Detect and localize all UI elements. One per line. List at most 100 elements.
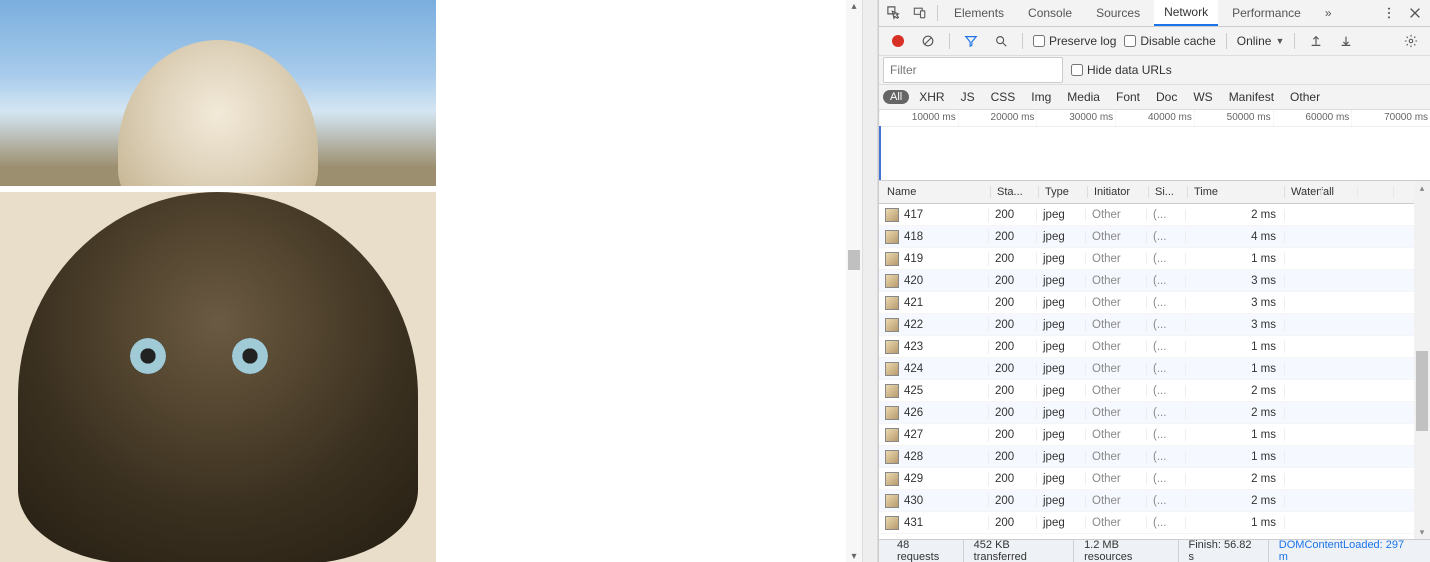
type-filter-img[interactable]: Img xyxy=(1025,89,1057,105)
col-name[interactable]: Name xyxy=(879,186,991,198)
cell-time: 1 ms xyxy=(1186,517,1285,529)
disable-cache-checkbox[interactable]: Disable cache xyxy=(1124,34,1215,48)
tab-console[interactable]: Console xyxy=(1018,1,1082,25)
table-row[interactable]: 419200jpegOther(...1 ms xyxy=(879,248,1430,270)
table-row[interactable]: 418200jpegOther(...4 ms xyxy=(879,226,1430,248)
scroll-thumb[interactable] xyxy=(1416,351,1428,431)
cell-type: jpeg xyxy=(1037,473,1086,485)
table-row[interactable]: 430200jpegOther(...2 ms xyxy=(879,490,1430,512)
type-filter-ws[interactable]: WS xyxy=(1187,89,1218,105)
preserve-log-label: Preserve log xyxy=(1049,34,1116,48)
scroll-up-icon[interactable]: ▴ xyxy=(1414,181,1430,195)
cell-initiator: Other xyxy=(1086,363,1147,375)
kebab-menu-icon[interactable] xyxy=(1378,2,1400,24)
type-filter-doc[interactable]: Doc xyxy=(1150,89,1183,105)
scroll-thumb[interactable] xyxy=(848,250,860,270)
file-icon xyxy=(885,428,899,442)
cell-time: 2 ms xyxy=(1186,385,1285,397)
cell-initiator: Other xyxy=(1086,275,1147,287)
table-row[interactable]: 422200jpegOther(...3 ms xyxy=(879,314,1430,336)
cell-status: 200 xyxy=(989,495,1037,507)
type-filter-media[interactable]: Media xyxy=(1061,89,1106,105)
scroll-down-icon[interactable]: ▾ xyxy=(1414,525,1430,539)
page-viewport[interactable]: ▴ ▾ xyxy=(0,0,862,562)
table-row[interactable]: 426200jpegOther(...2 ms xyxy=(879,402,1430,424)
import-har-icon[interactable] xyxy=(1305,30,1327,52)
col-waterfall[interactable]: Waterfall▲ xyxy=(1285,186,1430,198)
table-row[interactable]: 421200jpegOther(...3 ms xyxy=(879,292,1430,314)
cell-initiator: Other xyxy=(1086,231,1147,243)
type-filter-js[interactable]: JS xyxy=(955,89,981,105)
tab-elements[interactable]: Elements xyxy=(944,1,1014,25)
separator xyxy=(1022,33,1023,49)
throttling-select[interactable]: Online▼ xyxy=(1237,34,1285,48)
close-devtools-icon[interactable] xyxy=(1404,2,1426,24)
table-row[interactable]: 424200jpegOther(...1 ms xyxy=(879,358,1430,380)
file-icon xyxy=(885,208,899,222)
table-row[interactable]: 425200jpegOther(...2 ms xyxy=(879,380,1430,402)
inspect-element-icon[interactable] xyxy=(883,2,905,24)
table-body[interactable]: 417200jpegOther(...2 ms418200jpegOther(.… xyxy=(879,204,1430,539)
table-row[interactable]: 420200jpegOther(...3 ms xyxy=(879,270,1430,292)
tab-performance[interactable]: Performance xyxy=(1222,1,1311,25)
col-initiator[interactable]: Initiator xyxy=(1088,186,1149,198)
clear-button[interactable] xyxy=(917,30,939,52)
table-row[interactable]: 427200jpegOther(...1 ms xyxy=(879,424,1430,446)
cell-status: 200 xyxy=(989,429,1037,441)
type-filter-xhr[interactable]: XHR xyxy=(913,89,950,105)
search-icon[interactable] xyxy=(990,30,1012,52)
col-status[interactable]: Sta... xyxy=(991,186,1039,198)
type-filter-all[interactable]: All xyxy=(883,90,909,104)
table-header: Name Sta... Type Initiator Si... Time Wa… xyxy=(879,181,1430,204)
cell-size: (... xyxy=(1147,451,1186,463)
cell-name: 431 xyxy=(879,516,989,530)
cell-status: 200 xyxy=(989,231,1037,243)
hide-data-urls-checkbox[interactable]: Hide data URLs xyxy=(1071,63,1172,77)
cell-type: jpeg xyxy=(1037,385,1086,397)
tab-sources[interactable]: Sources xyxy=(1086,1,1150,25)
tab-network[interactable]: Network xyxy=(1154,0,1218,26)
cell-initiator: Other xyxy=(1086,319,1147,331)
toggle-device-icon[interactable] xyxy=(909,2,931,24)
cell-time: 1 ms xyxy=(1186,451,1285,463)
page-scrollbar[interactable]: ▴ ▾ xyxy=(846,0,862,562)
status-transferred: 452 KB transferred xyxy=(964,539,1074,562)
chevron-down-icon: ▼ xyxy=(1275,36,1284,46)
record-button[interactable] xyxy=(887,30,909,52)
scroll-down-icon[interactable]: ▾ xyxy=(846,550,862,562)
filter-input[interactable] xyxy=(883,57,1063,83)
cell-size: (... xyxy=(1147,517,1186,529)
export-har-icon[interactable] xyxy=(1335,30,1357,52)
table-row[interactable]: 428200jpegOther(...1 ms xyxy=(879,446,1430,468)
cell-status: 200 xyxy=(989,517,1037,529)
separator xyxy=(1226,33,1227,49)
separator xyxy=(1294,33,1295,49)
table-row[interactable]: 429200jpegOther(...2 ms xyxy=(879,468,1430,490)
type-filter-other[interactable]: Other xyxy=(1284,89,1326,105)
scroll-up-icon[interactable]: ▴ xyxy=(846,0,862,12)
network-filter-row: Hide data URLs xyxy=(879,56,1430,85)
preserve-log-checkbox[interactable]: Preserve log xyxy=(1033,34,1116,48)
table-row[interactable]: 431200jpegOther(...1 ms xyxy=(879,512,1430,534)
table-row[interactable]: 417200jpegOther(...2 ms xyxy=(879,204,1430,226)
col-time[interactable]: Time xyxy=(1188,186,1285,198)
cell-size: (... xyxy=(1147,385,1186,397)
table-row[interactable]: 423200jpegOther(...1 ms xyxy=(879,336,1430,358)
col-type[interactable]: Type xyxy=(1039,186,1088,198)
file-icon xyxy=(885,230,899,244)
cell-name: 422 xyxy=(879,318,989,332)
cell-name: 427 xyxy=(879,428,989,442)
settings-gear-icon[interactable] xyxy=(1400,30,1422,52)
cell-type: jpeg xyxy=(1037,297,1086,309)
type-filter-css[interactable]: CSS xyxy=(985,89,1022,105)
devtools-splitter[interactable] xyxy=(862,0,878,562)
status-domcontentloaded: DOMContentLoaded: 297 m xyxy=(1269,539,1422,562)
type-filter-font[interactable]: Font xyxy=(1110,89,1146,105)
col-size[interactable]: Si... xyxy=(1149,186,1188,198)
network-timeline[interactable]: 10000 ms 20000 ms 30000 ms 40000 ms 5000… xyxy=(879,110,1430,181)
filter-toggle-icon[interactable] xyxy=(960,30,982,52)
cell-time: 1 ms xyxy=(1186,341,1285,353)
tabs-overflow-button[interactable]: » xyxy=(1315,1,1342,25)
table-scrollbar[interactable]: ▴ ▾ xyxy=(1414,181,1430,539)
type-filter-manifest[interactable]: Manifest xyxy=(1223,89,1280,105)
